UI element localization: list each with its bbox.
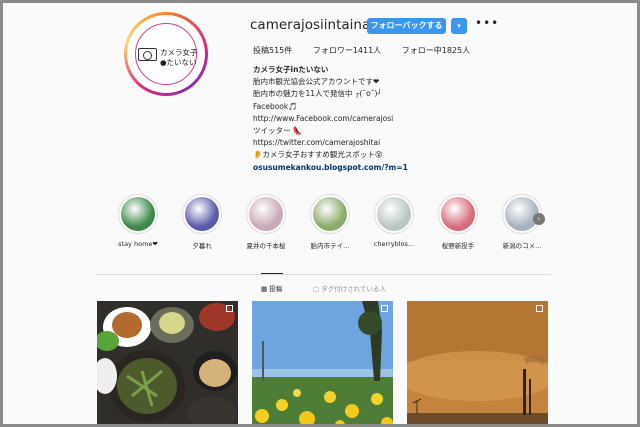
bio-line: ツイッター 👠 [253, 126, 303, 136]
posts-count: 投稿515件 [253, 46, 293, 55]
bio-name: カメラ女子inたいない [253, 65, 329, 74]
highlight-label: stay home❤ [118, 240, 158, 248]
highlight-item[interactable]: 夕暮れ [173, 194, 231, 250]
highlight-label: 新潟のコメ... [502, 242, 542, 250]
sunset-photo [407, 301, 548, 424]
avatar-logo-text: カメラ女子 ●たいない [160, 48, 198, 67]
highlight-label: 夕暮れ [192, 242, 212, 250]
highlight-label: cherryblos... [373, 240, 415, 248]
highlight-item[interactable]: 胎内市テイ... [301, 194, 359, 250]
tab-tagged[interactable]: ▢ タグ付けされている人 [313, 283, 386, 293]
bio-line: Facebook🎵 [253, 101, 298, 111]
highlight-cover [121, 197, 155, 231]
carousel-icon [536, 305, 543, 312]
profile-avatar[interactable]: カメラ女子 ●たいない [124, 12, 208, 96]
bio-line: http://www.Facebook.com/camerajosi [253, 113, 394, 123]
tabs-divider [96, 274, 551, 275]
bio-line: 👂カメラ女子おすすめ観光スポット😵 [253, 150, 383, 160]
more-options-icon[interactable]: ••• [475, 16, 499, 30]
highlight-cover [377, 197, 411, 231]
coast-photo [252, 301, 393, 424]
profile-bio: カメラ女子inたいない 胎内市観光協会公式アカウントです❤ 胎内市の魅力を11人… [253, 64, 408, 174]
tab-posts[interactable]: ▦ 投稿 [261, 283, 282, 293]
post-thumbnail[interactable] [252, 301, 393, 424]
highlight-label: 桜野新投手 [441, 242, 475, 250]
highlight-cover [249, 197, 283, 231]
post-thumbnail[interactable] [97, 301, 238, 424]
follow-back-button[interactable]: フォローバックする [367, 18, 446, 34]
highlight-label: 胎内市テイ... [310, 242, 350, 250]
profile-page: カメラ女子 ●たいない camerajosiintainai フォローバックする… [3, 3, 637, 424]
highlight-item[interactable]: cherryblos... [365, 194, 423, 248]
bio-line: https://twitter.com/camerajoshitai [253, 138, 381, 148]
profile-username: camerajosiintainai [250, 17, 374, 33]
following-count[interactable]: フォロー中1825人 [402, 46, 470, 55]
highlight-cover [185, 197, 219, 231]
bio-link[interactable]: osusumekankou.blogspot.com/?m=1 [253, 162, 408, 174]
highlight-label: 夏井の千本桜 [246, 242, 286, 250]
bio-line: 胎内市観光協会公式アカウントです❤ [253, 77, 380, 87]
followers-count[interactable]: フォロワー1411人 [313, 46, 381, 55]
chevron-down-icon[interactable]: ▾ [451, 18, 467, 34]
food-photo [97, 301, 238, 424]
carousel-icon [381, 305, 388, 312]
avatar-image: カメラ女子 ●たいない [127, 15, 205, 93]
carousel-icon [226, 305, 233, 312]
highlight-item[interactable]: 桜野新投手 [429, 194, 487, 250]
highlight-item[interactable]: 夏井の千本桜 [237, 194, 295, 250]
highlight-item[interactable]: stay home❤ [109, 194, 167, 248]
highlight-cover [313, 197, 347, 231]
highlight-cover [441, 197, 475, 231]
chevron-right-icon[interactable]: › [533, 213, 545, 225]
active-tab-indicator [261, 273, 283, 274]
camera-icon [138, 48, 157, 61]
story-highlights: stay home❤ 夕暮れ 夏井の千本桜 胎内市テイ... cherryblo… [109, 194, 553, 254]
profile-stats: 投稿515件 フォロワー1411人 フォロー中1825人 [253, 45, 488, 56]
bio-line: 胎内市の魅力を11人で発信中 ┌(˘o˘)┘ [253, 89, 382, 99]
post-thumbnail[interactable] [407, 301, 548, 424]
